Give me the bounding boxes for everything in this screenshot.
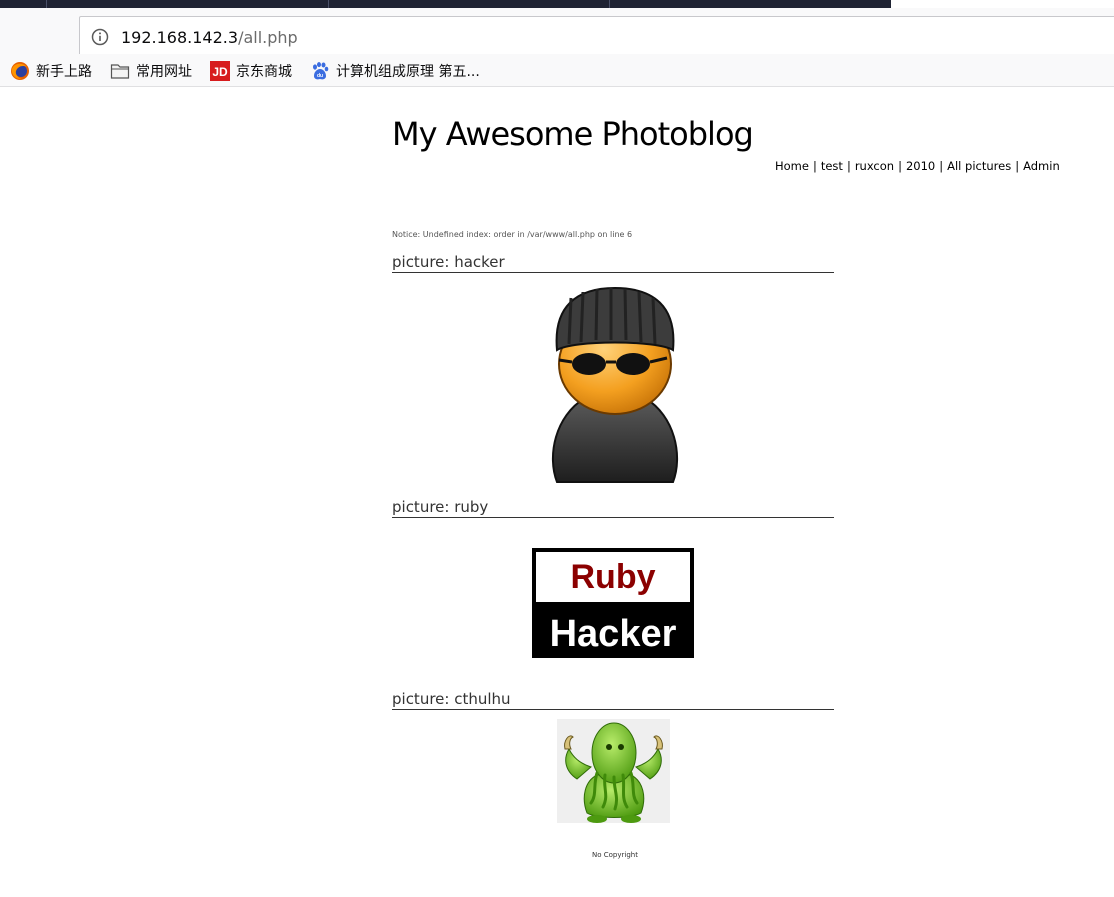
nav-ruxcon-link[interactable]: ruxcon <box>855 159 894 173</box>
tab-separator <box>46 0 47 8</box>
nav-all-pictures-link[interactable]: All pictures <box>947 159 1011 173</box>
tab-separator <box>609 0 610 8</box>
tab-separator <box>328 0 329 8</box>
svg-text:JD: JD <box>212 65 228 79</box>
bookmarks-toolbar: 新手上路 常用网址 JD 京东商城 du 计算机组成原理 第五... <box>0 54 1114 87</box>
picture-title-link[interactable]: picture: hacker <box>392 253 505 271</box>
footer-copyright: No Copyright <box>592 851 638 859</box>
nav-separator: | <box>1015 159 1020 173</box>
logo-ruby-text: Ruby <box>571 558 656 596</box>
hacker-avatar-image[interactable] <box>547 286 683 484</box>
nav-2010-link[interactable]: 2010 <box>906 159 935 173</box>
url-path: /all.php <box>238 28 298 47</box>
ruby-hacker-logo-image[interactable]: Ruby Hacker <box>531 547 695 659</box>
bookmark-label: 新手上路 <box>36 64 92 80</box>
top-navigation: Home | test | ruxcon | 2010 | All pictures | Admin <box>775 159 1060 173</box>
url-host: 192.168.142.3 <box>121 28 239 47</box>
nav-admin-link[interactable]: Admin <box>1023 159 1060 173</box>
bookmark-label: 京东商城 <box>236 64 292 80</box>
picture-title-link[interactable]: picture: ruby <box>392 498 488 516</box>
url-bar[interactable]: 192.168.142.3/all.php <box>79 16 1114 58</box>
nav-separator: | <box>846 159 851 173</box>
folder-icon <box>110 64 130 79</box>
bookmark-item[interactable]: JD 京东商城 <box>210 61 292 81</box>
picture-title-link[interactable]: picture: cthulhu <box>392 690 511 708</box>
navigation-toolbar: 192.168.142.3/all.php <box>0 8 1114 58</box>
bookmark-label: 计算机组成原理 第五... <box>336 64 480 80</box>
picture-heading: picture: cthulhu <box>392 690 834 710</box>
svg-text:du: du <box>317 73 323 79</box>
jd-icon: JD <box>210 61 230 81</box>
info-icon[interactable] <box>91 28 109 46</box>
firefox-icon <box>11 62 29 80</box>
tab-strip <box>0 0 891 8</box>
bookmark-item[interactable]: 新手上路 <box>10 61 92 81</box>
logo-hacker-text: Hacker <box>550 613 677 655</box>
php-notice: Notice: Undefined index: order in /var/w… <box>392 230 633 239</box>
bookmark-label: 常用网址 <box>136 64 192 80</box>
bookmark-item[interactable]: 常用网址 <box>110 61 192 81</box>
site-title: My Awesome Photoblog <box>392 115 754 153</box>
bookmark-item[interactable]: du 计算机组成原理 第五... <box>310 61 480 81</box>
baidu-paw-icon: du <box>313 62 329 80</box>
url-text[interactable]: 192.168.142.3/all.php <box>121 28 298 47</box>
nav-separator: | <box>939 159 944 173</box>
picture-heading: picture: hacker <box>392 253 834 273</box>
nav-separator: | <box>898 159 902 173</box>
nav-test-link[interactable]: test <box>821 159 843 173</box>
nav-separator: | <box>812 159 817 173</box>
nav-home-link[interactable]: Home <box>775 159 809 173</box>
cthulhu-cartoon-image[interactable] <box>557 719 670 823</box>
picture-heading: picture: ruby <box>392 498 834 518</box>
